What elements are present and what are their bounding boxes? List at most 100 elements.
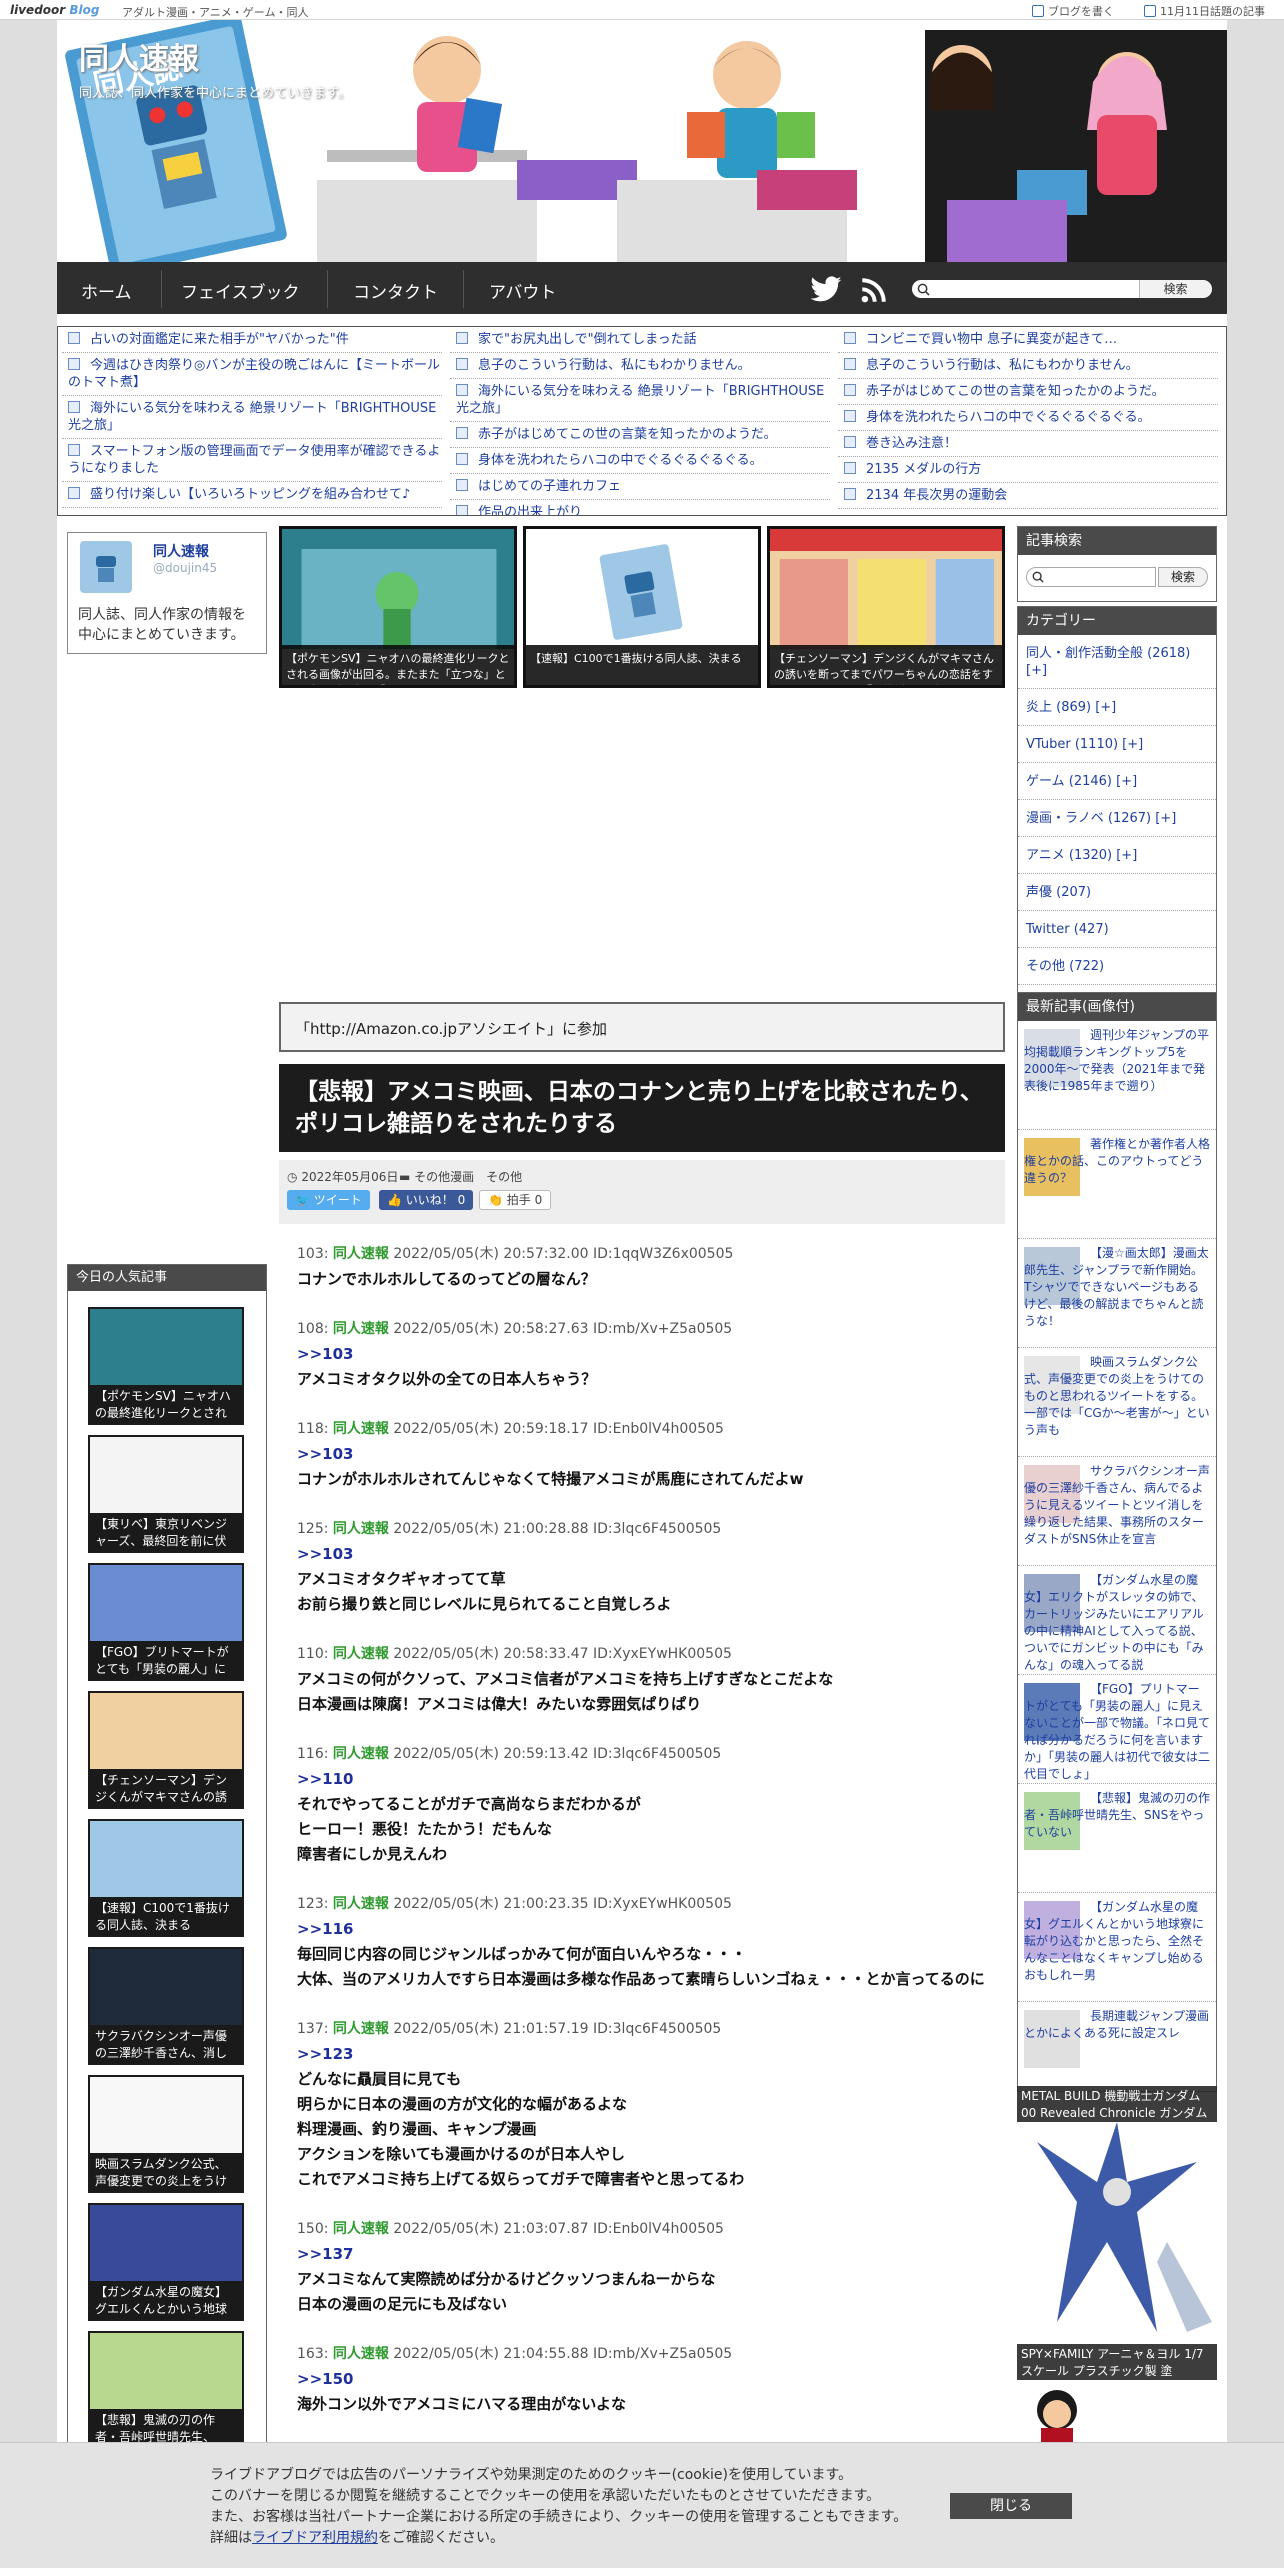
feed-link[interactable]: 盛り付け楽しい【いろいろトッピングを組み合わせて♪ [62, 482, 442, 508]
feed-link[interactable]: スマートフォン版の管理画面でデータ使用率が確認できるようになりました [62, 439, 442, 482]
category-link[interactable]: 声優 (207) [1018, 874, 1216, 911]
feed-link[interactable]: 占いの対面鑑定に来た相手が"ヤバかった"件 [62, 327, 442, 353]
twitter-icon[interactable] [809, 276, 843, 304]
comment-author[interactable]: 同人速報 [333, 2346, 389, 2362]
category-link[interactable]: 炎上 (869) [+] [1018, 689, 1216, 726]
feed-link-text: 2135 メダルの行方 [866, 462, 982, 477]
latest-article-item[interactable]: 【悲報】鬼滅の刃の作者・吾峠呼世晴先生、SNSをやっていない [1018, 1784, 1216, 1893]
popular-article-card[interactable]: 映画スラムダンク公式、声優変更での炎上をうけての [88, 2075, 244, 2193]
category-link[interactable]: アニメ (1320) [+] [1018, 837, 1216, 874]
feed-link[interactable]: 海外にいる気分を味わえる 絶景リゾート「BRIGHTHOUSE 光之旅」 [62, 396, 442, 439]
comment-reply-anchor[interactable]: >>103 [297, 1542, 997, 1567]
comment-author[interactable]: 同人速報 [333, 1646, 389, 1662]
feed-link[interactable]: はじめての子連れカフェ [450, 474, 830, 500]
nav-item-home[interactable]: ホーム [81, 278, 132, 303]
comment-reply-anchor[interactable]: >>150 [297, 2367, 997, 2392]
comment-reply-anchor[interactable]: >>103 [297, 1342, 997, 1367]
popular-article-card[interactable]: 【チェンソーマン】デンジくんがマキマさんの誘いを [88, 1691, 244, 1809]
nav-item-about[interactable]: アバウト [489, 278, 556, 303]
site-title[interactable]: 同人速報 [79, 34, 199, 78]
category-link[interactable]: 漫画・ラノベ (1267) [+] [1018, 800, 1216, 837]
rss-icon[interactable] [861, 277, 887, 303]
write-blog-link[interactable]: ブログを書く [1032, 3, 1114, 19]
feed-link[interactable]: 赤子がはじめてこの世の言葉を知ったかのようだ。 [450, 422, 830, 448]
feed-link[interactable]: 海外にいる気分を味わえる 絶景リゾート「BRIGHTHOUSE 光之旅」 [450, 379, 830, 422]
featured-article-card[interactable]: 【ポケモンSV】ニャオハの最終進化リークとされる画像が出回る。またまた「立つな」… [279, 526, 517, 688]
feed-link[interactable]: 身体を洗われたらハコの中でぐるぐるぐるぐる。 [450, 448, 830, 474]
nav-item-contact[interactable]: コンタクト [353, 278, 438, 303]
popular-article-thumbnail [90, 1437, 242, 1517]
profile-avatar[interactable] [80, 541, 132, 593]
feed-link[interactable]: 赤子がはじめてこの世の言葉を知ったかのようだ。 [838, 379, 1218, 405]
popular-article-card[interactable]: サクラバクシンオー声優の三澤紗千香さん、消したツ [88, 1947, 244, 2065]
terms-link[interactable]: ライブドア利用規約 [252, 2530, 378, 2546]
popular-article-card[interactable]: 【FGO】ブリトマートがとても「男装の麗人」に見え [88, 1563, 244, 1681]
category-link[interactable]: 同人・創作活動全般 (2618) [+] [1018, 635, 1216, 689]
popular-article-card[interactable]: 【ガンダム水星の魔女】グエルくんとかいう地球寮に [88, 2203, 244, 2321]
article-search-button[interactable]: 検索 [1158, 567, 1208, 587]
latest-article-item[interactable]: 【漫☆画太郎】漫画太郎先生、ジャンプラで新作開始。Tシャツでできないページもある… [1018, 1239, 1216, 1348]
blog-icon [844, 358, 856, 370]
category-link[interactable]: その他 (722) [1018, 948, 1216, 985]
tweet-button[interactable]: 🐦 ツイート [287, 1190, 370, 1210]
category-link[interactable]: Twitter (427) [1018, 911, 1216, 948]
livedoor-blog-logo[interactable]: livedoor Blog [10, 3, 99, 17]
cookie-line: このバナーを閉じるか閲覧を継続することでクッキーの使用を承認いただいたものとさせ… [210, 2488, 881, 2504]
latest-article-item[interactable]: 著作権とか著作者人格権とかの話、このアウトってどう違うの？ [1018, 1130, 1216, 1239]
feed-link[interactable]: 息子のこういう行動は、私にもわかりません。 [450, 353, 830, 379]
comment-reply-anchor[interactable]: >>116 [297, 1917, 997, 1942]
popular-article-thumbnail [90, 2333, 242, 2413]
feed-link[interactable]: 巻き込み注意！ [838, 431, 1218, 457]
feed-link[interactable]: コンビニで買い物中 息子に異変が起きて… [838, 327, 1218, 353]
feed-link[interactable]: 今週はひき肉祭り◎バンが主役の晩ごはんに【ミートボールのトマト煮】 [62, 353, 442, 396]
comment-author[interactable]: 同人速報 [333, 1746, 389, 1762]
article-tags[interactable]: ▬ その他漫画 その他 [399, 1168, 522, 1185]
comment-author[interactable]: 同人速報 [333, 1321, 389, 1337]
nav-item-facebook[interactable]: フェイスブック [181, 278, 300, 303]
latest-article-item[interactable]: 【FGO】プリトマートがとても「男装の麗人」に見えないことが一部で物議。「ネロ見… [1018, 1675, 1216, 1784]
clap-button[interactable]: 👏 拍手 0 [479, 1190, 552, 1210]
comment-author[interactable]: 同人速報 [333, 2021, 389, 2037]
category-link[interactable]: VTuber (1110) [+] [1018, 726, 1216, 763]
facebook-like-button[interactable]: 👍 いいね！ 0 [379, 1190, 474, 1210]
cookie-close-button[interactable]: 閉じる [950, 2493, 1072, 2519]
popular-article-card[interactable]: 【東リベ】東京リベンジャーズ、最終回を前に伏線を [88, 1435, 244, 1553]
comment-author[interactable]: 同人速報 [333, 1521, 389, 1537]
feed-link[interactable]: 作品の出来上がり [450, 500, 830, 515]
comment-reply-anchor[interactable]: >>110 [297, 1767, 997, 1792]
featured-article-card[interactable]: 【チェンソーマン】デンジくんがマキマさんの誘いを断ってまでパワーちゃんの恋話をす… [767, 526, 1005, 688]
header-search-button[interactable]: 検索 [1139, 280, 1211, 298]
latest-article-item[interactable]: 【ガンダム水星の魔女】グエルくんとかいう地球寮に転がり込むかと思ったら、全然そん… [1018, 1893, 1216, 2002]
article-title[interactable]: 【悲報】アメコミ映画、日本のコナンと売り上げを比較されたり、ポリコレ雑語りをされ… [279, 1064, 1005, 1152]
comment-reply-anchor[interactable]: >>123 [297, 2042, 997, 2067]
comment-header: 163: 同人速報 2022/05/05(木) 21:04:55.88 ID:m… [297, 2342, 997, 2367]
comment-reply-anchor[interactable]: >>103 [297, 1442, 997, 1467]
ad-product-gundam[interactable]: METAL BUILD 機動戦士ガンダム00 Revealed Chronicl… [1017, 2086, 1217, 2348]
popular-article-card[interactable]: 【速報】C100で1番抜ける同人誌、決まる [88, 1819, 244, 1937]
latest-article-item[interactable]: 映画スラムダンク公式、声優変更での炎上をうけてのものと思われるツイートをする。一… [1018, 1348, 1216, 1457]
comment-author[interactable]: 同人速報 [333, 2221, 389, 2237]
ad-caption: SPY×FAMILY アーニャ＆ヨル 1/7スケール プラスチック製 塗 [1017, 2344, 1217, 2380]
popular-article-card[interactable]: 【悲報】鬼滅の刃の作者・吾峠呼世晴先生、SNSをや [88, 2331, 244, 2449]
comment-meta: 2022/05/05(木) 21:00:28.88 ID:3lqc6F45005… [393, 1521, 722, 1537]
feed-link[interactable]: 2134 年長次男の運動会 [838, 483, 1218, 509]
latest-article-item[interactable]: サクラバクシンオー声優の三澤紗千香さん、病んでるように見えるツイートとツイ消しを… [1018, 1457, 1216, 1566]
featured-article-card[interactable]: 【速報】C100で1番抜ける同人誌、決まる [523, 526, 761, 688]
category-link[interactable]: ゲーム (2146) [+] [1018, 763, 1216, 800]
popular-article-card[interactable]: 【ポケモンSV】ニャオハの最終進化リークとされる [88, 1307, 244, 1425]
feed-link[interactable]: 息子のこういう行動は、私にもわかりません。 [838, 353, 1218, 379]
feed-link[interactable]: 身体を洗われたらハコの中でぐるぐるぐるぐる。 [838, 405, 1218, 431]
latest-article-item[interactable]: 週刊少年ジャンプの平均掲載順ランキングトップ5を2000年〜で発表（2021年ま… [1018, 1021, 1216, 1130]
comment-author[interactable]: 同人速報 [333, 1421, 389, 1437]
comment-reply-anchor[interactable]: >>137 [297, 2242, 997, 2267]
profile-name[interactable]: 同人速報 [153, 541, 209, 561]
article-search-input[interactable] [1026, 567, 1156, 587]
feed-link[interactable]: 家で"お尻丸出しで"倒れてしまった話 [450, 327, 830, 353]
comment-author[interactable]: 同人速報 [333, 1896, 389, 1912]
latest-article-item[interactable]: 【ガンダム水星の魔女】エリクトがスレッタの姉で、カートリッジみたいにエアリアルの… [1018, 1566, 1216, 1675]
feed-link-text: 息子のこういう行動は、私にもわかりません。 [866, 358, 1139, 373]
feed-link[interactable]: 2135 メダルの行方 [838, 457, 1218, 483]
latest-article-item[interactable]: 長期連載ジャンプ漫画とかによくある死に設定スレ [1018, 2002, 1216, 2091]
today-topic-link[interactable]: 11月11日話題の記事 [1144, 3, 1265, 19]
comment-author[interactable]: 同人速報 [333, 1246, 389, 1262]
